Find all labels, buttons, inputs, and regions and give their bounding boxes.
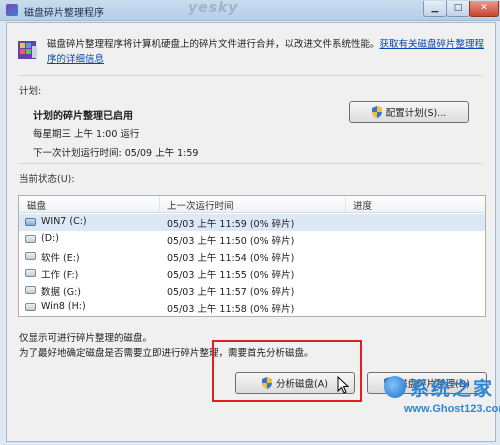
disk-name: 工作 (F:) — [41, 270, 79, 281]
column-header-disk[interactable]: 磁盘 — [27, 198, 46, 212]
disk-list[interactable]: 磁盘 上一次运行时间 进度 WIN7 (C:) 05/03 上午 11:59 (… — [18, 195, 486, 317]
hard-drive-icon — [25, 286, 36, 294]
system-drive-icon — [25, 218, 36, 226]
disk-row-g[interactable]: 数据 (G:) 05/03 上午 11:57 (0% 碎片) — [19, 282, 485, 299]
intro-description: 磁盘碎片整理程序将计算机硬盘上的碎片文件进行合并，以改进文件系统性能。 — [47, 39, 380, 50]
disk-last-run: 05/03 上午 11:57 (0% 碎片) — [167, 287, 295, 298]
minimize-button[interactable]: ▁ — [423, 1, 447, 17]
disk-name: (D:) — [41, 233, 59, 244]
disk-last-run: 05/03 上午 11:50 (0% 碎片) — [167, 236, 295, 247]
disk-last-run: 05/03 上午 11:59 (0% 碎片) — [167, 219, 295, 230]
disk-row-f[interactable]: 工作 (F:) 05/03 上午 11:55 (0% 碎片) — [19, 265, 485, 282]
schedule-section-label: 计划: — [19, 86, 42, 97]
close-button[interactable]: ✕ — [469, 1, 499, 17]
defrag-app-icon — [6, 4, 18, 16]
disk-row-e[interactable]: 软件 (E:) 05/03 上午 11:54 (0% 碎片) — [19, 248, 485, 265]
schedule-next-run: 下一次计划运行时间: 05/09 上午 1:59 — [33, 148, 199, 159]
note-defrag-disks-only: 仅显示可进行碎片整理的磁盘。 — [19, 333, 153, 344]
window-title: 磁盘碎片整理程序 — [24, 8, 104, 19]
hard-drive-icon — [25, 303, 36, 311]
separator — [19, 163, 483, 164]
maximize-button[interactable]: □ — [446, 1, 470, 17]
disk-row-h[interactable]: Win8 (H:) 05/03 上午 11:58 (0% 碎片) — [19, 299, 485, 316]
disk-name: 软件 (E:) — [41, 253, 80, 264]
schedule-status: 计划的碎片整理已启用 — [33, 111, 133, 122]
intro-text: 磁盘碎片整理程序将计算机硬盘上的碎片文件进行合并，以改进文件系统性能。获取有关磁… — [47, 37, 487, 67]
disk-row-c[interactable]: WIN7 (C:) 05/03 上午 11:59 (0% 碎片) — [19, 214, 485, 231]
disk-list-header: 磁盘 上一次运行时间 进度 — [19, 196, 485, 213]
disk-name: WIN7 (C:) — [41, 216, 87, 227]
defrag-program-icon — [18, 41, 37, 59]
configure-schedule-button[interactable]: 配置计划(S)... — [349, 101, 469, 123]
disk-last-run: 05/03 上午 11:55 (0% 碎片) — [167, 270, 295, 281]
hard-drive-icon — [25, 235, 36, 243]
column-divider — [345, 196, 346, 212]
column-divider — [159, 196, 160, 212]
title-bar: 磁盘碎片整理程序 yesky ▁ □ ✕ — [0, 0, 500, 21]
watermark-logo-icon — [384, 376, 406, 398]
disk-name: Win8 (H:) — [41, 301, 86, 312]
watermark-brand: 系统之家 — [410, 378, 495, 400]
top-watermark: yesky — [188, 0, 239, 16]
disk-last-run: 05/03 上午 11:58 (0% 碎片) — [167, 304, 295, 315]
mouse-cursor-icon — [337, 376, 349, 394]
disk-row-d[interactable]: (D:) 05/03 上午 11:50 (0% 碎片) — [19, 231, 485, 248]
separator — [19, 75, 483, 76]
hard-drive-icon — [25, 252, 36, 260]
disk-name: 数据 (G:) — [41, 287, 81, 298]
disk-last-run: 05/03 上午 11:54 (0% 碎片) — [167, 253, 295, 264]
hard-drive-icon — [25, 269, 36, 277]
column-header-last-run[interactable]: 上一次运行时间 — [167, 198, 234, 212]
watermark-url: www.Ghost123.com — [404, 403, 500, 415]
current-status-label: 当前状态(U): — [19, 174, 75, 185]
configure-schedule-label: 配置计划(S)... — [385, 108, 447, 119]
schedule-frequency: 每星期三 上午 1:00 运行 — [33, 129, 140, 140]
column-header-progress[interactable]: 进度 — [353, 198, 372, 212]
uac-shield-icon — [371, 106, 382, 118]
